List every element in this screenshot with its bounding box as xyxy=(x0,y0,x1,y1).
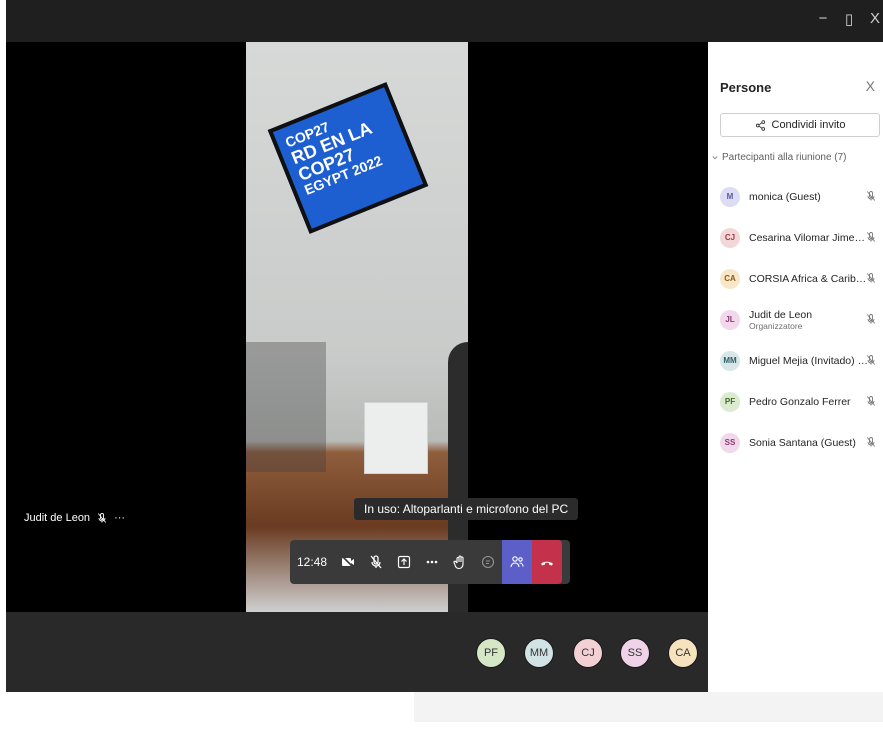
close-window-button[interactable]: X xyxy=(867,10,883,28)
people-panel: Persone X Condividi invito Partecipanti … xyxy=(708,42,883,692)
share-screen-button[interactable] xyxy=(390,540,418,584)
mic-off-icon xyxy=(866,273,876,283)
participant-text: Miguel Mejia (Invitado) (Gue... xyxy=(749,355,869,367)
mic-toggle-button[interactable] xyxy=(362,540,390,584)
participant-avatar: M xyxy=(720,186,740,207)
people-icon xyxy=(510,556,524,568)
participant-avatar: CJ xyxy=(720,227,740,248)
participant-avatar: SS xyxy=(720,432,740,453)
chat-button[interactable] xyxy=(474,540,502,584)
participant-row[interactable]: Mmonica (Guest) xyxy=(708,176,883,217)
avatar[interactable]: PF xyxy=(476,638,506,668)
section-label: Partecipanti alla riunione (7) xyxy=(722,152,847,163)
avatar-initials: CA xyxy=(675,647,691,659)
avatar-initials: PF xyxy=(483,647,499,659)
share-icon xyxy=(755,119,765,131)
participant-row[interactable]: PF Pedro Gonzalo Ferrer xyxy=(708,381,883,422)
call-controls: 12:48 xyxy=(290,540,570,584)
leave-call-button[interactable] xyxy=(532,540,562,584)
participant-name: Miguel Mejia (Invitado) (Gue... xyxy=(749,354,869,367)
participant-name: CORSIA Africa & Caribbean xyxy=(749,272,869,285)
participant-role: Organizzatore xyxy=(749,320,803,331)
avatar[interactable]: SS xyxy=(620,638,650,668)
avatar[interactable]: CA xyxy=(668,638,698,668)
participant-text: Pedro Gonzalo Ferrer xyxy=(749,396,869,408)
participant-avatar: MM xyxy=(720,350,740,371)
avatar[interactable]: CJ xyxy=(573,638,603,668)
mic-off-icon xyxy=(866,396,876,406)
participant-row[interactable]: JL Judit de Leon Organizzatore xyxy=(708,299,883,340)
share-tray-icon xyxy=(397,555,411,569)
white-cube xyxy=(364,402,428,474)
raise-hand-button[interactable] xyxy=(446,540,474,584)
mic-off-icon xyxy=(866,355,876,365)
participant-text: monica (Guest) xyxy=(749,191,869,203)
mic-off-icon xyxy=(370,555,382,569)
participant-text: CORSIA Africa & Caribbean xyxy=(749,273,869,285)
participant-avatar: JL xyxy=(720,309,740,330)
mic-off-icon xyxy=(866,191,876,201)
participant-strip: PF MM CJ SS CA xyxy=(6,612,708,692)
participants-button[interactable] xyxy=(502,540,532,584)
presenter-name: Judit de Leon xyxy=(24,512,91,524)
mic-off-icon xyxy=(866,232,876,242)
title-bar: − ▯ X xyxy=(6,0,883,42)
participant-text: Judit de Leon Organizzatore xyxy=(749,309,869,331)
mic-off-icon xyxy=(866,314,876,324)
participant-initials: CJ xyxy=(724,233,736,242)
mic-off-icon xyxy=(97,513,107,523)
avatar-initials: MM xyxy=(529,647,549,659)
chevron-down-icon xyxy=(712,155,718,159)
participant-initials: PF xyxy=(724,397,736,406)
camera-off-icon xyxy=(341,555,355,569)
participant-initials: M xyxy=(726,192,734,201)
avatar-initials: SS xyxy=(627,647,643,659)
participant-row[interactable]: CA CORSIA Africa & Caribbean xyxy=(708,258,883,299)
participant-row[interactable]: CJ Cesarina Vilomar Jimenez xyxy=(708,217,883,258)
participant-name: Cesarina Vilomar Jimenez xyxy=(749,231,869,244)
hang-up-icon xyxy=(541,561,553,566)
more-options-icon[interactable]: ··· xyxy=(114,512,125,524)
bottom-strip xyxy=(414,692,883,722)
camera-toggle-button[interactable] xyxy=(334,540,362,584)
shared-video: COP27 RD EN LA COP27 EGYPT 2022 xyxy=(246,42,468,612)
participant-initials: CA xyxy=(724,274,736,283)
avatar[interactable]: MM xyxy=(524,638,554,668)
share-invite-button[interactable]: Condividi invito xyxy=(720,113,880,137)
participant-name: Judit de Leon xyxy=(749,308,813,321)
panel-title: Persone xyxy=(720,80,772,95)
participant-initials: SS xyxy=(724,438,736,447)
close-panel-button[interactable]: X xyxy=(866,78,875,94)
device-toast: In uso: Altoparlanti e microfono del PC xyxy=(354,498,579,520)
more-actions-button[interactable] xyxy=(418,540,446,584)
participant-name: Sonia Santana (Guest) xyxy=(749,436,856,449)
participant-text: Sonia Santana (Guest) xyxy=(749,437,869,449)
restore-button[interactable]: ▯ xyxy=(841,10,857,28)
participant-name: Pedro Gonzalo Ferrer xyxy=(749,395,851,408)
minimize-button[interactable]: − xyxy=(815,10,831,28)
share-invite-label: Condividi invito xyxy=(771,119,846,131)
ellipsis-icon xyxy=(426,560,438,564)
participant-avatar: CA xyxy=(720,268,740,289)
call-timer: 12:48 xyxy=(296,555,328,569)
participant-text: Cesarina Vilomar Jimenez xyxy=(749,232,869,244)
participant-initials: MM xyxy=(723,356,737,365)
participant-row[interactable]: MM Miguel Mejia (Invitado) (Gue... xyxy=(708,340,883,381)
avatar-initials: CJ xyxy=(581,647,595,659)
participants-section-header[interactable]: Partecipanti alla riunione (7) xyxy=(712,152,847,163)
presenter-name-tag: Judit de Leon ··· xyxy=(24,512,125,524)
participant-initials: JL xyxy=(725,315,735,324)
participant-list: Mmonica (Guest) CJ Cesarina Vilomar Jimene… xyxy=(708,176,883,463)
chat-icon xyxy=(481,555,495,569)
backpack xyxy=(246,342,326,472)
participant-avatar: PF xyxy=(720,391,740,412)
meeting-stage: COP27 RD EN LA COP27 EGYPT 2022 Judit de… xyxy=(6,42,708,612)
participant-name: monica (Guest) xyxy=(749,190,821,203)
participant-row[interactable]: SS Sonia Santana (Guest) xyxy=(708,422,883,463)
window-controls: − ▯ X xyxy=(815,10,883,28)
hand-icon xyxy=(453,555,464,570)
mic-off-icon xyxy=(866,437,876,447)
tv-screen: COP27 RD EN LA COP27 EGYPT 2022 xyxy=(267,82,429,234)
